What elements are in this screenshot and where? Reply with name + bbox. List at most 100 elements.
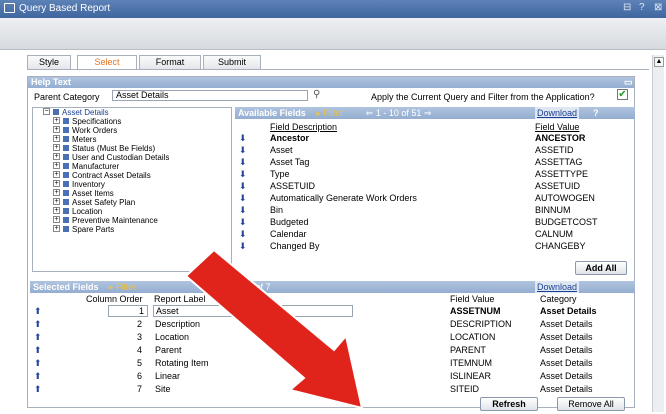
field-category: Asset Details — [540, 306, 597, 316]
field-desc: Type — [270, 169, 290, 179]
folder-icon — [63, 118, 69, 124]
tab-submit[interactable]: Submit — [203, 55, 261, 69]
add-field-icon[interactable]: ⬇ — [239, 169, 247, 180]
remove-field-icon[interactable]: ⬆ — [34, 358, 42, 369]
folder-icon — [63, 154, 69, 160]
tree-item[interactable]: + Status (Must Be Fields) — [53, 144, 155, 153]
tree-root[interactable]: − Asset Details — [43, 108, 109, 117]
apply-query-checkbox[interactable]: ✔ — [617, 89, 628, 100]
tab-select[interactable]: Select — [77, 55, 137, 70]
field-value: ANCESTOR — [535, 133, 586, 143]
scroll-up-icon[interactable]: ▲ — [654, 57, 664, 67]
field-desc: Asset Tag — [270, 157, 310, 167]
field-value: ASSETUID — [535, 181, 581, 191]
field-desc: Automatically Generate Work Orders — [270, 193, 417, 203]
col-field-value: Field Value — [450, 294, 495, 304]
parent-category-input[interactable]: Asset Details — [112, 90, 308, 101]
col-category: Category — [540, 294, 577, 304]
field-desc: Budgeted — [270, 217, 309, 227]
add-field-icon[interactable]: ⬇ — [239, 145, 247, 156]
folder-icon — [63, 199, 69, 205]
column-order[interactable]: 4 — [137, 345, 142, 356]
tree-item[interactable]: + Specifications — [53, 117, 121, 126]
remove-field-icon[interactable]: ⬆ — [34, 371, 42, 382]
tab-format[interactable]: Format — [139, 55, 201, 69]
tree-item[interactable]: + Meters — [53, 135, 96, 144]
field-value: LOCATION — [450, 332, 496, 342]
report-label[interactable]: Parent — [155, 345, 182, 356]
field-category: Asset Details — [540, 332, 593, 342]
tab-style[interactable]: Style — [27, 55, 71, 69]
toolbar — [0, 18, 666, 50]
col-field-value[interactable]: Field Value — [535, 122, 579, 133]
add-field-icon[interactable]: ⬇ — [239, 157, 247, 168]
tree-item[interactable]: + Work Orders — [53, 126, 117, 135]
tree-item[interactable]: + User and Custodian Details — [53, 153, 169, 162]
apply-query-label: Apply the Current Query and Filter from … — [371, 92, 595, 102]
report-label[interactable]: Site — [155, 384, 171, 395]
vertical-scrollbar[interactable]: ▲ — [652, 55, 664, 412]
tree-item[interactable]: + Contract Asset Details — [53, 171, 151, 180]
add-field-icon[interactable]: ⬇ — [239, 205, 247, 216]
field-value: DESCRIPTION — [450, 319, 512, 329]
tree-item[interactable]: + Asset Items — [53, 189, 114, 198]
field-desc: ASSETUID — [270, 181, 316, 191]
field-desc: Ancestor — [270, 133, 310, 143]
help-text-title: Help Text — [31, 77, 71, 87]
tree-item[interactable]: + Asset Safety Plan — [53, 198, 135, 207]
refresh-button[interactable]: Refresh — [480, 397, 538, 411]
folder-icon — [63, 145, 69, 151]
available-fields-pager: 1 - 10 of 51 — [375, 108, 422, 118]
add-field-icon[interactable]: ⬇ — [239, 217, 247, 228]
report-label[interactable]: Linear — [155, 371, 180, 382]
field-desc: Asset — [270, 145, 293, 155]
remove-field-icon[interactable]: ⬆ — [34, 384, 42, 395]
help-icon[interactable]: ? — [639, 2, 645, 13]
field-value: AUTOWOGEN — [535, 193, 595, 203]
column-order[interactable]: 3 — [137, 332, 142, 343]
help-icon[interactable]: ? — [593, 107, 599, 119]
col-column-order: Column Order — [86, 294, 143, 304]
collapse-icon[interactable]: ▭ — [624, 77, 633, 88]
minimize-icon[interactable]: ⊟ — [623, 2, 631, 13]
field-category: Asset Details — [540, 384, 593, 394]
column-order[interactable]: 6 — [137, 371, 142, 382]
tree-item[interactable]: + Preventive Maintenance — [53, 216, 158, 225]
download-link[interactable]: Download — [535, 107, 580, 119]
pager: ⇐ 1 - 10 of 51 ⇒ — [365, 108, 432, 118]
column-order[interactable]: 7 — [137, 384, 142, 395]
field-value: ISLINEAR — [450, 371, 492, 381]
field-value: ITEMNUM — [450, 358, 492, 368]
tree-item[interactable]: + Manufacturer — [53, 162, 119, 171]
tree-item[interactable]: + Spare Parts — [53, 225, 114, 234]
download-link[interactable]: Download — [535, 281, 580, 293]
column-order[interactable]: 2 — [137, 319, 142, 330]
available-fields-title: Available Fields — [238, 108, 306, 118]
filter-button[interactable]: ▸ Filter — [109, 282, 136, 292]
annotation-arrow — [184, 248, 364, 410]
field-value: ASSETTYPE — [535, 169, 589, 179]
folder-icon — [63, 190, 69, 196]
add-field-icon[interactable]: ⬇ — [239, 181, 247, 192]
column-order[interactable]: 5 — [137, 358, 142, 369]
column-order-input[interactable]: 1 — [108, 305, 148, 317]
close-icon[interactable]: ⊠ — [654, 2, 662, 13]
search-icon[interactable]: ⚲ — [313, 89, 320, 100]
field-value: ASSETTAG — [535, 157, 583, 167]
filter-button[interactable]: ▸ Filter — [316, 108, 343, 118]
window-title: Query Based Report — [19, 3, 111, 14]
add-all-button[interactable]: Add All — [575, 261, 627, 275]
field-desc: Bin — [270, 205, 284, 215]
add-field-icon[interactable]: ⬇ — [239, 193, 247, 204]
tree-item[interactable]: + Inventory — [53, 180, 105, 189]
remove-field-icon[interactable]: ⬆ — [34, 345, 42, 356]
folder-icon — [63, 172, 69, 178]
add-field-icon[interactable]: ⬇ — [239, 133, 247, 144]
col-field-description[interactable]: Field Description — [270, 122, 337, 133]
tree-item[interactable]: + Location — [53, 207, 102, 216]
remove-field-icon[interactable]: ⬆ — [34, 306, 42, 317]
remove-all-button[interactable]: Remove All — [557, 397, 625, 411]
remove-field-icon[interactable]: ⬆ — [34, 332, 42, 343]
field-category: Asset Details — [540, 358, 593, 368]
remove-field-icon[interactable]: ⬆ — [34, 319, 42, 330]
